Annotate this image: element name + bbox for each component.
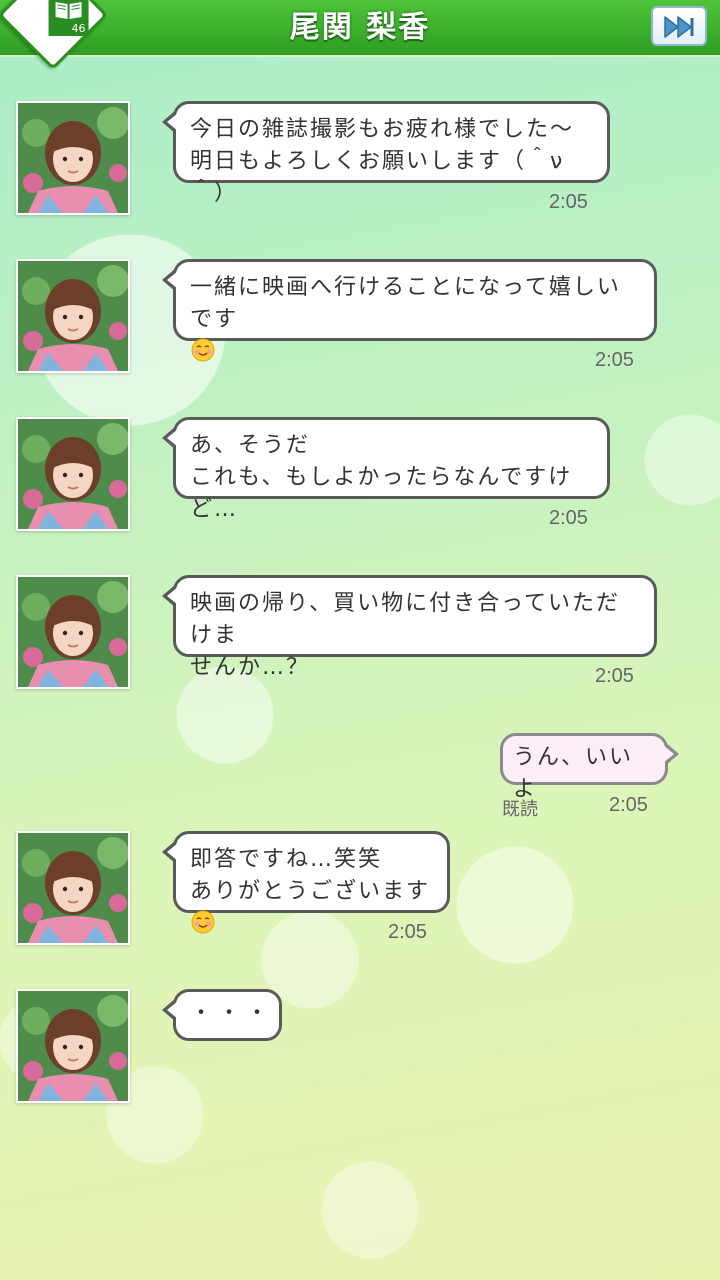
message-text: せんか…？ — [190, 655, 311, 680]
fast-forward-icon — [664, 16, 694, 38]
smiling-face-icon — [191, 910, 215, 934]
message-text: これも、もしよかったらなんですけど… — [190, 465, 573, 522]
message-text: 明日もよろしくお願いします（＾ν＾） — [190, 149, 565, 206]
message-text: あ、そうだ — [190, 433, 311, 458]
message-bubble[interactable]: 一緒に映画へ行けることになって嬉しいです — [162, 259, 657, 362]
contact-avatar[interactable] — [16, 417, 130, 531]
avatar-photo — [18, 103, 128, 213]
avatar-photo — [18, 419, 128, 529]
logo-number: 46 — [71, 22, 86, 36]
contact-avatar[interactable] — [16, 259, 130, 373]
message-time: 2:05 — [549, 191, 588, 213]
user-message-bubble[interactable]: うん、いいよ — [500, 733, 679, 802]
book-icon — [55, 1, 82, 20]
message-text: 今日の雑誌撮影もお疲れ様でした〜 — [190, 117, 575, 142]
contact-avatar[interactable] — [16, 101, 130, 215]
contact-avatar[interactable] — [16, 831, 130, 945]
avatar-photo — [18, 577, 128, 687]
message-time: 2:05 — [595, 665, 634, 687]
message-bubble[interactable]: あ、そうだ これも、もしよかったらなんですけど… — [162, 417, 610, 522]
contact-avatar[interactable] — [16, 989, 130, 1103]
message-text: 一緒に映画へ行けることになって嬉しいです — [190, 275, 621, 332]
chat-header: 尾関 梨香 — [0, 0, 720, 57]
message-bubble[interactable]: 今日の雑誌撮影もお疲れ様でした〜 明日もよろしくお願いします（＾ν＾） — [162, 101, 610, 206]
avatar-photo — [18, 833, 128, 943]
contact-avatar[interactable] — [16, 575, 130, 689]
message-text: 映画の帰り、買い物に付き合っていただけま — [190, 591, 621, 648]
message-text: ありがとうございます — [190, 879, 431, 904]
smiling-face-icon — [191, 338, 215, 362]
message-bubble[interactable]: 即答ですね…笑笑 ありがとうございます — [162, 831, 450, 934]
message-time: 2:05 — [549, 507, 588, 529]
avatar-photo — [18, 991, 128, 1101]
skip-button[interactable] — [651, 6, 707, 46]
message-time: 2:05 — [595, 349, 634, 371]
read-receipt: 既読 — [502, 799, 538, 820]
typing-indicator-bubble: ・・・ — [162, 989, 282, 1041]
message-time: 2:05 — [388, 921, 427, 943]
logo-emblem: 46 — [48, 0, 89, 36]
avatar-photo — [18, 261, 128, 371]
message-time: 2:05 — [609, 794, 648, 816]
typing-dots: ・・・ — [190, 1001, 275, 1026]
contact-name-title: 尾関 梨香 — [289, 10, 431, 45]
message-bubble[interactable]: 映画の帰り、買い物に付き合っていただけま せんか…？ — [162, 575, 657, 680]
message-text: 即答ですね…笑笑 — [190, 847, 383, 872]
